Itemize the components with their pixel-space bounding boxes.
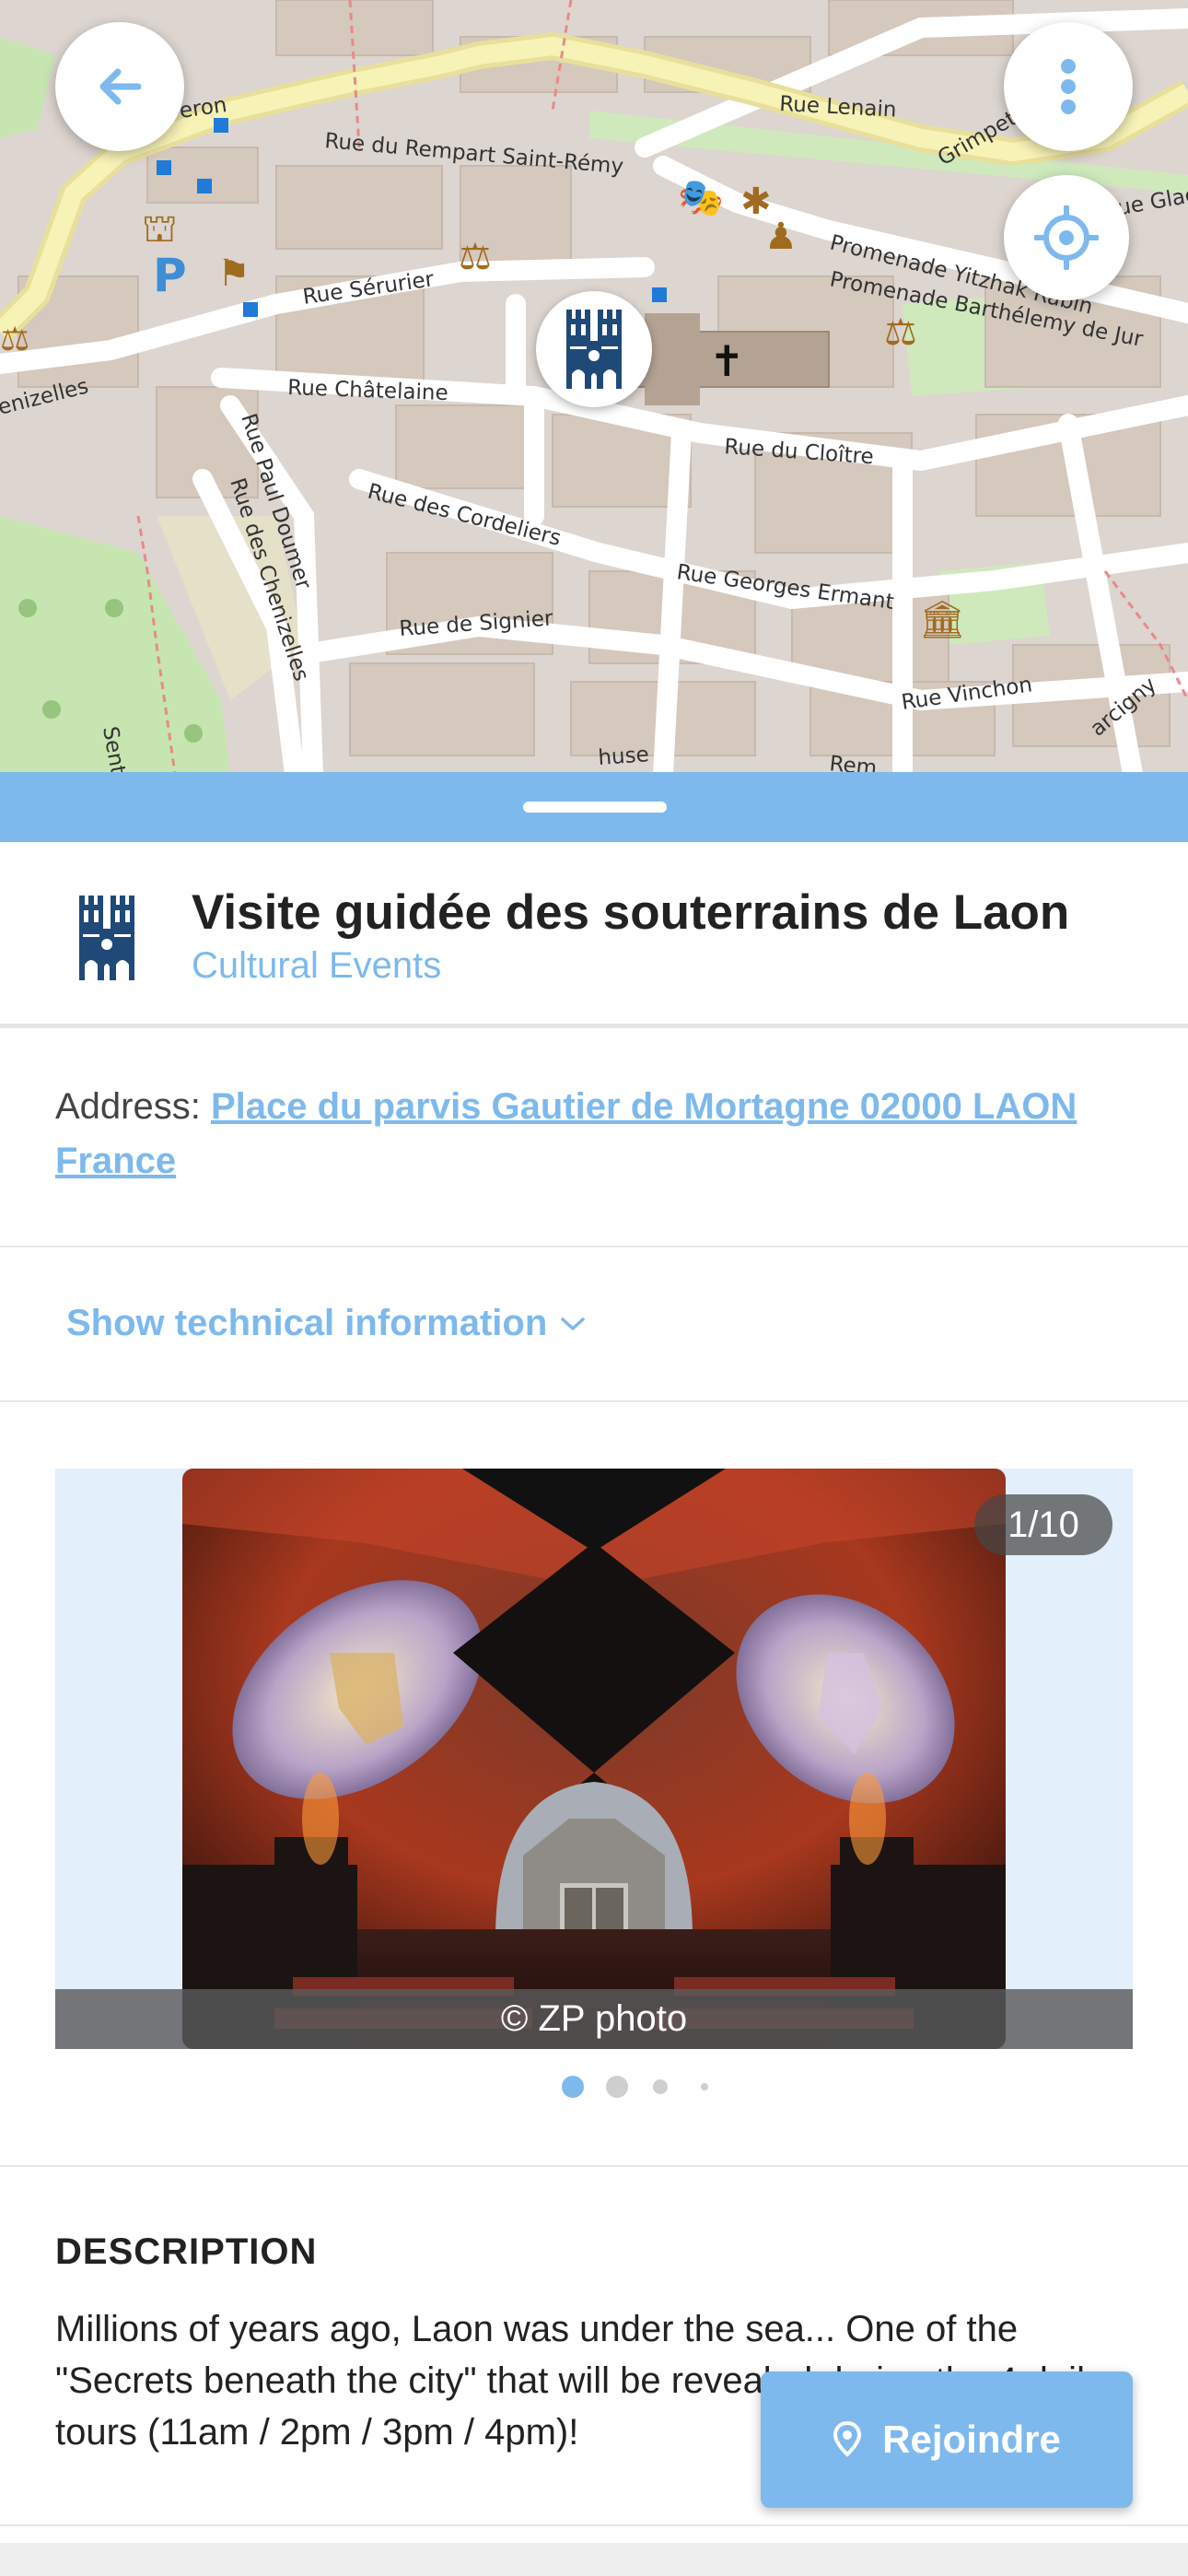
address-text: Address: Place du parvis Gautier de Mort… — [55, 1080, 1142, 1188]
more-vertical-icon — [1061, 59, 1076, 114]
svg-text:huse: huse — [598, 743, 650, 770]
show-technical-info-toggle[interactable]: Show technical information — [66, 1303, 586, 1344]
tech-toggle-label: Show technical information — [66, 1303, 548, 1343]
selected-poi-marker[interactable] — [536, 291, 652, 407]
photo-caption: © ZP photo — [500, 1998, 688, 2039]
pagination-dot-active[interactable] — [562, 2076, 584, 2098]
pagination-dot[interactable] — [606, 2076, 628, 2098]
poi-category: Cultural Events — [192, 945, 442, 986]
locate-me-button[interactable] — [1004, 175, 1129, 300]
cathedral-icon — [566, 310, 622, 389]
svg-text:⛫: ⛫ — [142, 205, 178, 251]
svg-text:⚖: ⚖ — [884, 311, 917, 354]
svg-text:⚖: ⚖ — [0, 321, 29, 358]
chevron-down-icon — [561, 1317, 586, 1330]
map-pin-icon — [833, 2421, 862, 2457]
svg-text:✝: ✝ — [709, 336, 745, 386]
poi-header: Visite guidée des souterrains de Laon Cu… — [0, 842, 1188, 1028]
address-section: Address: Place du parvis Gautier de Mort… — [0, 1030, 1188, 1247]
more-options-button[interactable] — [1004, 22, 1133, 151]
photo-gallery[interactable]: © ZP photo 1/10 — [55, 1469, 1133, 2049]
poi-title: Visite guidée des souterrains de Laon — [192, 885, 1070, 940]
svg-text:🎭: 🎭 — [678, 177, 724, 219]
back-button[interactable] — [55, 22, 184, 151]
gallery-photo[interactable] — [182, 1469, 1006, 2049]
photo-counter-badge: 1/10 — [974, 1494, 1112, 1555]
map-view[interactable]: Rue Lenain Rue du Rempart Saint-Rémy Rue… — [0, 0, 1188, 774]
address-label: Address: — [55, 1086, 211, 1127]
arrow-left-icon — [99, 68, 142, 105]
underground-tunnel-photo — [182, 1469, 1006, 2049]
photo-caption-bar: © ZP photo — [55, 1989, 1133, 2049]
join-button-label: Rejoindre — [882, 2418, 1061, 2461]
svg-text:P: P — [153, 249, 187, 302]
sheet-drag-handle[interactable] — [523, 802, 667, 813]
join-button[interactable]: Rejoindre — [761, 2371, 1133, 2508]
crosshair-icon — [1034, 205, 1099, 270]
gallery-pagination — [0, 2073, 1188, 2101]
technical-info-section: Show technical information — [0, 1247, 1188, 1402]
svg-text:⚑: ⚑ — [217, 252, 250, 295]
pagination-dot[interactable] — [653, 2079, 668, 2094]
cathedral-icon — [79, 896, 134, 980]
description-heading: DESCRIPTION — [55, 2231, 318, 2272]
divider — [0, 2165, 1188, 2167]
svg-text:Rem: Rem — [828, 752, 878, 774]
svg-text:Rue Châtelaine: Rue Châtelaine — [287, 376, 448, 405]
svg-text:✱: ✱ — [740, 181, 772, 223]
next-section-edge — [0, 2543, 1188, 2576]
pagination-dot[interactable] — [701, 2083, 708, 2090]
divider — [0, 2524, 1188, 2526]
svg-text:⚖: ⚖ — [459, 236, 492, 278]
svg-text:🏛: 🏛 — [919, 599, 966, 641]
